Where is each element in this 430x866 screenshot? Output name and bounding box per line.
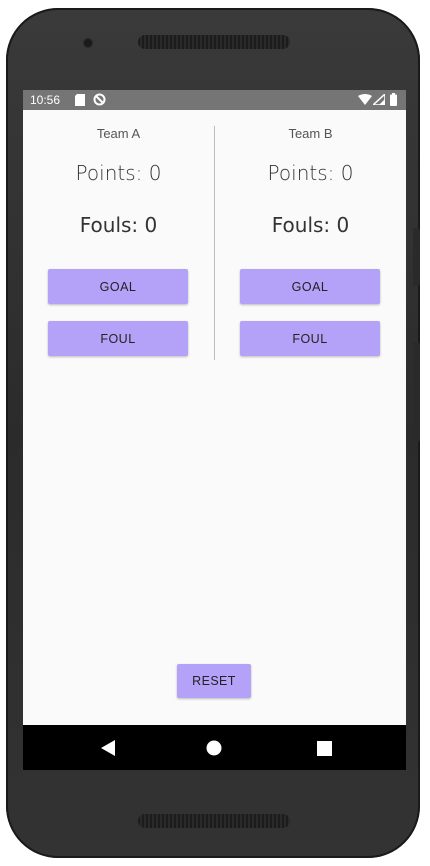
sync-disabled-icon xyxy=(93,93,106,109)
bottom-speaker xyxy=(138,814,290,828)
volume-button xyxy=(413,228,420,286)
team-b-foul-button[interactable]: FOUL xyxy=(240,321,380,356)
status-time: 10:56 xyxy=(30,93,61,107)
phone-frame: 10:56 Team A Points: 0 Fouls: 0 GOAL FOU… xyxy=(6,8,420,858)
team-a-goal-button[interactable]: GOAL xyxy=(48,269,188,304)
team-a-foul-button[interactable]: FOUL xyxy=(48,321,188,356)
top-speaker xyxy=(138,35,290,49)
app-content: Team A Points: 0 Fouls: 0 GOAL FOUL Team… xyxy=(23,110,406,725)
signal-icon xyxy=(371,92,386,108)
team-b-fouls: Fouls: 0 xyxy=(271,213,350,237)
team-a-fouls: Fouls: 0 xyxy=(79,213,158,237)
back-button[interactable] xyxy=(93,733,123,763)
home-button[interactable] xyxy=(199,733,229,763)
back-icon xyxy=(101,740,115,756)
sd-card-icon xyxy=(75,94,85,109)
screen: 10:56 Team A Points: 0 Fouls: 0 GOAL FOU… xyxy=(23,90,406,770)
team-a-points: Points: 0 xyxy=(75,161,162,185)
team-b-points: Points: 0 xyxy=(267,161,354,185)
reset-button[interactable]: RESET xyxy=(177,664,251,698)
battery-icon xyxy=(390,93,397,109)
team-b-goal-button[interactable]: GOAL xyxy=(240,269,380,304)
navigation-bar xyxy=(23,725,406,770)
power-button xyxy=(413,342,420,442)
home-icon xyxy=(206,740,222,756)
recents-icon xyxy=(316,740,332,756)
status-bar: 10:56 xyxy=(23,90,406,110)
wifi-icon xyxy=(358,94,372,108)
front-camera xyxy=(83,38,93,48)
team-a-name: Team A xyxy=(96,126,141,141)
recents-button[interactable] xyxy=(309,733,339,763)
team-b-name: Team B xyxy=(288,126,333,141)
